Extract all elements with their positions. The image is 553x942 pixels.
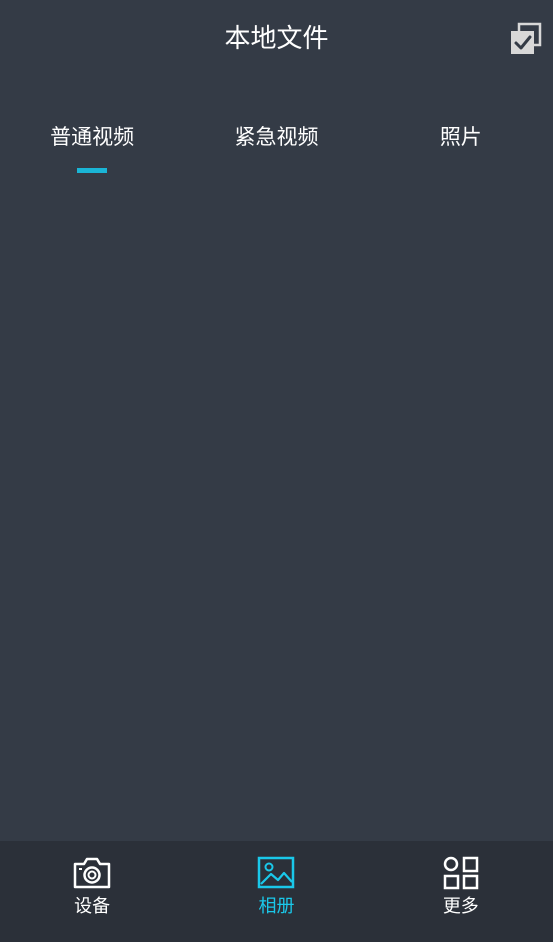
nav-item-device[interactable]: 设备 [0, 841, 184, 942]
tab-emergency-video[interactable]: 紧急视频 [184, 112, 368, 178]
tab-photos[interactable]: 照片 [369, 112, 553, 178]
tab-label: 普通视频 [50, 125, 135, 149]
header: 本地文件 [0, 0, 553, 80]
tab-normal-video[interactable]: 普通视频 [0, 112, 184, 178]
nav-label: 更多 [442, 896, 479, 917]
grid-icon [443, 856, 479, 890]
nav-item-album[interactable]: 相册 [184, 841, 368, 942]
image-icon [258, 856, 295, 889]
nav-label: 设备 [74, 896, 111, 917]
checkbox-copy-icon [511, 22, 542, 54]
camera-icon [73, 857, 111, 889]
local-files-screen: 本地文件 普通视频 紧急视频 照片 设备 相册 更多 [0, 0, 553, 942]
tab-label: 照片 [439, 125, 482, 149]
tab-label: 紧急视频 [234, 125, 319, 149]
page-title: 本地文件 [224, 24, 329, 54]
file-type-tabs: 普通视频 紧急视频 照片 [0, 112, 553, 178]
bottom-nav: 设备 相册 更多 [0, 841, 553, 942]
file-list-area [0, 180, 553, 840]
select-all-button[interactable] [509, 22, 543, 56]
nav-label: 相册 [258, 896, 295, 917]
nav-item-more[interactable]: 更多 [369, 841, 553, 942]
tab-active-indicator [77, 168, 108, 173]
